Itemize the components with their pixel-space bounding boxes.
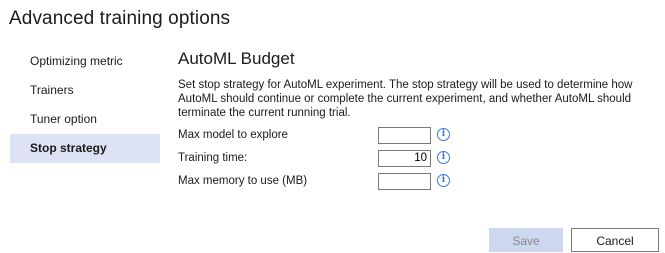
section-title: AutoML Budget	[178, 49, 295, 68]
nav-item-tuner-option[interactable]: Tuner option	[10, 105, 160, 134]
training-time-row: Training time: i	[178, 150, 478, 169]
info-icon[interactable]: i	[437, 174, 450, 187]
training-time-label: Training time:	[178, 152, 248, 164]
max-memory-row: Max memory to use (MB) i	[178, 173, 478, 192]
settings-nav: Optimizing metric Trainers Tuner option …	[10, 47, 160, 163]
dialog-title: Advanced training options	[9, 8, 231, 29]
section-description: Set stop strategy for AutoML experiment.…	[178, 79, 633, 119]
nav-item-stop-strategy[interactable]: Stop strategy	[10, 134, 160, 163]
max-memory-label: Max memory to use (MB)	[178, 175, 308, 187]
max-model-input[interactable]	[378, 127, 431, 144]
info-icon[interactable]: i	[437, 128, 450, 141]
max-model-row: Max model to explore i	[178, 127, 478, 146]
cancel-button[interactable]: Cancel	[571, 228, 659, 252]
info-icon[interactable]: i	[437, 151, 450, 164]
save-button[interactable]: Save	[489, 228, 563, 252]
max-model-label: Max model to explore	[178, 129, 288, 141]
training-time-input[interactable]	[378, 150, 431, 167]
max-memory-input[interactable]	[378, 173, 431, 190]
nav-item-optimizing-metric[interactable]: Optimizing metric	[10, 47, 160, 76]
content-panel: AutoML Budget Set stop strategy for Auto…	[178, 49, 658, 190]
nav-item-trainers[interactable]: Trainers	[10, 76, 160, 105]
